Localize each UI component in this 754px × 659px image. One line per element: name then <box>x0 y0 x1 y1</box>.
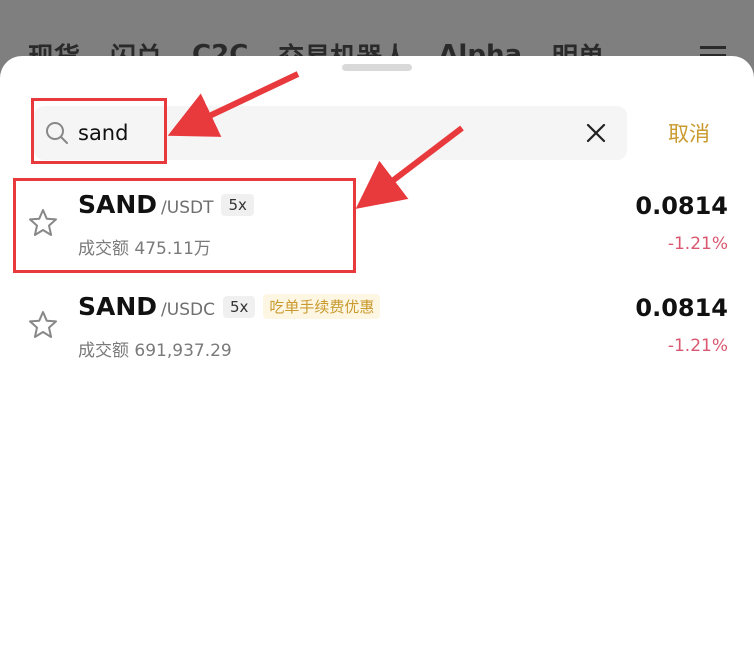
trading-pair: SAND /USDC 5x 吃单手续费优惠 <box>78 292 381 321</box>
close-icon[interactable] <box>584 121 608 145</box>
base-asset: SAND <box>78 190 158 219</box>
fee-discount-badge: 吃单手续费优惠 <box>263 294 381 319</box>
leverage-badge: 5x <box>221 193 254 216</box>
list-item[interactable]: SAND /USDC 5x 吃单手续费优惠 成交额 691,937.29 0.0… <box>0 284 754 380</box>
star-outline-icon[interactable] <box>28 208 58 238</box>
search-icon <box>46 122 68 144</box>
search-input[interactable] <box>78 106 558 160</box>
change-percent: -1.21% <box>667 336 728 356</box>
cancel-button[interactable]: 取消 <box>668 118 710 148</box>
search-box[interactable] <box>34 106 627 160</box>
trading-pair: SAND /USDT 5x <box>78 190 254 219</box>
leverage-badge: 5x <box>222 295 256 318</box>
search-sheet: 取消 SAND /USDT 5x 成交额 475.11万 0.0814 -1.2… <box>0 56 754 659</box>
star-outline-icon[interactable] <box>28 310 58 340</box>
price-text: 0.0814 <box>635 294 728 322</box>
list-item[interactable]: SAND /USDT 5x 成交额 475.11万 0.0814 -1.21% <box>0 182 754 278</box>
change-percent: -1.21% <box>667 234 728 254</box>
volume-text: 成交额 691,937.29 <box>78 341 232 361</box>
quote-asset: /USDC <box>161 300 215 320</box>
price-text: 0.0814 <box>635 192 728 220</box>
sheet-grabber-handle[interactable] <box>342 64 412 71</box>
volume-text: 成交额 475.11万 <box>78 239 211 259</box>
base-asset: SAND <box>78 292 158 321</box>
quote-asset: /USDT <box>161 198 214 218</box>
